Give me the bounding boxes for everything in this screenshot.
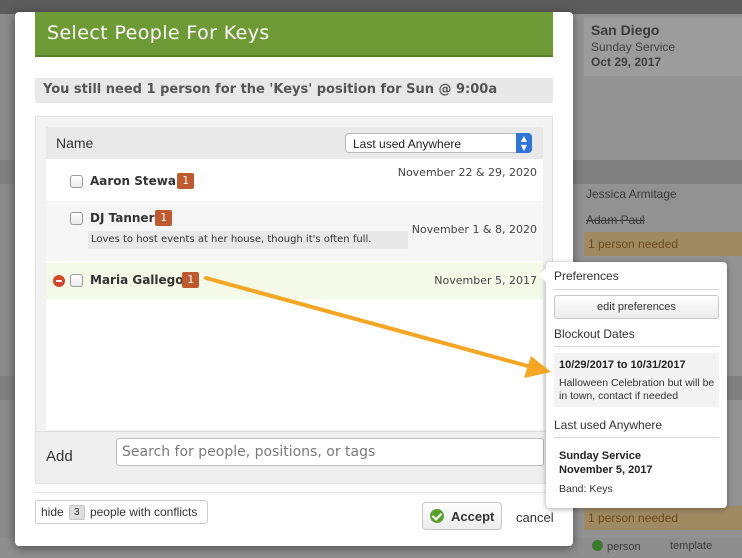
- blockout-note: Halloween Celebration but will be in tow…: [559, 377, 715, 402]
- background-plan-service: Sunday Service: [591, 40, 676, 54]
- background-add-person-button: person: [592, 540, 641, 553]
- sort-select-value: Last used Anywhere: [353, 137, 462, 151]
- hide-conflicts-button[interactable]: hide 3 people with conflicts: [35, 500, 208, 524]
- background-person: Adam Paul: [586, 213, 645, 227]
- blockout-entry: 10/29/2017 to 10/31/2017 Halloween Celeb…: [554, 353, 719, 407]
- background-plan-date: Oct 29, 2017: [591, 55, 662, 69]
- people-list-panel: Name Last used Anywhere ▲ ▼ Aaron Stewart…: [35, 116, 553, 484]
- select-arrows-icon: ▲ ▼: [516, 133, 532, 153]
- accept-label: Accept: [451, 509, 495, 524]
- search-input[interactable]: [116, 438, 544, 466]
- last-scheduled-date: November 1 & 8, 2020: [411, 223, 537, 236]
- last-used-entry: Sunday Service November 5, 2017 Band: Ke…: [554, 443, 719, 501]
- count-badge: 1: [155, 210, 172, 226]
- person-name[interactable]: Maria Gallegos: [90, 273, 191, 287]
- people-list: Name Last used Anywhere ▲ ▼ Aaron Stewart…: [46, 127, 543, 430]
- divider: [554, 437, 719, 438]
- background-add-template-button: template: [670, 540, 713, 552]
- last-used-heading: Last used Anywhere: [554, 418, 663, 432]
- blockout-heading: Blockout Dates: [554, 327, 635, 341]
- person-name[interactable]: Aaron Stewart: [90, 174, 188, 188]
- divider: [554, 346, 719, 347]
- name-column-header: Name: [56, 135, 94, 151]
- preferences-heading: Preferences: [554, 269, 619, 283]
- footer-divider: [35, 492, 553, 493]
- popover-caret: [539, 268, 546, 282]
- background-plan-title: San Diego: [591, 22, 660, 38]
- modal-header: Select People For Keys: [35, 12, 553, 57]
- list-header: Name Last used Anywhere ▲ ▼: [46, 127, 543, 159]
- plus-icon: [592, 540, 603, 551]
- hide-suffix: people with conflicts: [89, 505, 198, 519]
- select-people-modal: Select People For Keys You still need 1 …: [15, 12, 573, 546]
- count-badge: 1: [177, 173, 194, 189]
- remove-icon[interactable]: [53, 275, 65, 287]
- blockout-range: 10/29/2017 to 10/31/2017: [559, 359, 686, 371]
- list-item[interactable]: Aaron Stewart 1 November 22 & 29, 2020: [46, 161, 543, 201]
- background-needed: 1 person needed: [584, 232, 742, 256]
- need-message: You still need 1 person for the 'Keys' p…: [43, 82, 498, 97]
- list-item[interactable]: DJ Tanner 1 November 1 & 8, 2020 Loves t…: [46, 201, 543, 261]
- modal-title: Select People For Keys: [47, 22, 270, 44]
- background-person: Jessica Armitage: [586, 187, 677, 201]
- person-name[interactable]: DJ Tanner: [90, 211, 154, 225]
- last-scheduled-date: November 22 & 29, 2020: [397, 166, 537, 179]
- background-needed: 1 person needed: [584, 506, 742, 530]
- person-note: Loves to host events at her house, thoug…: [88, 231, 408, 249]
- cancel-link[interactable]: cancel: [516, 510, 554, 525]
- last-scheduled-date: November 5, 2017: [434, 274, 537, 287]
- hide-prefix: hide: [41, 505, 64, 519]
- last-used-service: Sunday Service: [559, 450, 641, 462]
- select-checkbox[interactable]: [70, 212, 83, 225]
- conflict-count-badge: 3: [69, 505, 85, 520]
- add-label: Add: [46, 448, 73, 465]
- last-used-date: November 5, 2017: [559, 464, 653, 476]
- list-item[interactable]: Maria Gallegos 1 November 5, 2017: [46, 263, 543, 299]
- select-checkbox[interactable]: [70, 274, 83, 287]
- need-message-bar: You still need 1 person for the 'Keys' p…: [35, 78, 553, 103]
- person-details-popover: Preferences edit preferences Blockout Da…: [539, 262, 727, 508]
- accept-button[interactable]: Accept: [422, 502, 502, 530]
- checkmark-icon: [430, 509, 444, 523]
- select-checkbox[interactable]: [70, 175, 83, 188]
- last-used-band: Band: Keys: [559, 483, 613, 495]
- count-badge: 1: [182, 272, 199, 288]
- divider: [554, 289, 719, 290]
- sort-select[interactable]: Last used Anywhere ▲ ▼: [345, 133, 532, 153]
- edit-preferences-button[interactable]: edit preferences: [554, 295, 719, 319]
- add-area: Add: [36, 431, 552, 483]
